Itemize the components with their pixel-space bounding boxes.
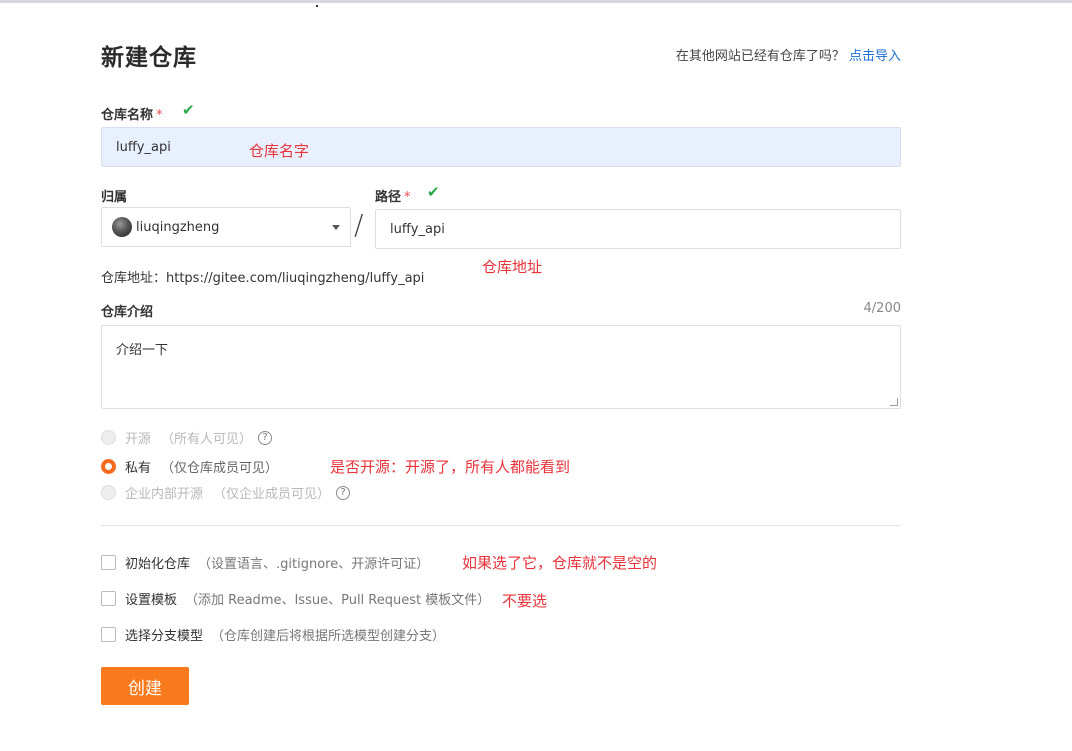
owner-select[interactable]: liuqingzheng bbox=[101, 207, 351, 247]
check-icon: ✔ bbox=[182, 101, 195, 119]
required-mark: * bbox=[404, 190, 411, 205]
page-title: 新建仓库 bbox=[101, 45, 197, 71]
path-separator: / bbox=[354, 208, 364, 241]
option-init-label: 初始化仓库 bbox=[125, 557, 191, 572]
option-branch-label: 选择分支模型 bbox=[125, 629, 204, 644]
option-template[interactable]: 设置模板 （添加 Readme、Issue、Pull Request 模板文件） bbox=[101, 589, 490, 608]
description-label: 仓库介绍 bbox=[101, 305, 154, 320]
radio-public-sub: （所有人可见） bbox=[161, 432, 253, 447]
radio-public-label: 开源 bbox=[125, 432, 152, 447]
question-circle-icon[interactable]: ? bbox=[258, 430, 273, 445]
description-value: 介绍一下 bbox=[116, 343, 169, 358]
annotation-repo-name: 仓库名字 bbox=[249, 142, 310, 160]
resize-handle[interactable] bbox=[890, 398, 898, 406]
radio-enterprise-label: 企业内部开源 bbox=[125, 487, 204, 502]
option-template-sub: （添加 Readme、Issue、Pull Request 模板文件） bbox=[185, 593, 491, 608]
radio-button[interactable] bbox=[101, 430, 116, 445]
path-value: luffy_api bbox=[390, 221, 445, 237]
option-init-repo[interactable]: 初始化仓库 （设置语言、.gitignore、开源许可证） bbox=[101, 553, 429, 572]
import-prompt-text: 在其他网站已经有仓库了吗？ bbox=[675, 49, 845, 64]
option-branch-model[interactable]: 选择分支模型 （仓库创建后将根据所选模型创建分支） bbox=[101, 625, 445, 644]
repo-name-input[interactable]: luffy_api bbox=[101, 127, 901, 167]
radio-private-label: 私有 bbox=[125, 461, 152, 476]
option-template-label: 设置模板 bbox=[125, 593, 178, 608]
required-mark: * bbox=[156, 108, 163, 123]
path-label-text: 路径 bbox=[375, 190, 402, 205]
radio-enterprise[interactable]: 企业内部开源 （仅企业成员可见） ? bbox=[101, 483, 351, 502]
import-prompt: 在其他网站已经有仓库了吗？ 点击导入 bbox=[676, 45, 901, 64]
caret-down-icon bbox=[332, 225, 340, 230]
avatar bbox=[112, 217, 132, 237]
create-button[interactable]: 创建 bbox=[101, 667, 189, 705]
import-link[interactable]: 点击导入 bbox=[849, 49, 901, 64]
owner-value: liuqingzheng bbox=[136, 219, 220, 235]
annotation-template: 不要选 bbox=[502, 592, 548, 610]
check-icon: ✔ bbox=[427, 183, 440, 201]
description-textarea[interactable]: 介绍一下 bbox=[101, 325, 901, 409]
divider bbox=[101, 525, 901, 526]
question-circle-icon[interactable]: ? bbox=[336, 485, 351, 500]
owner-label: 归属 bbox=[101, 190, 128, 205]
option-branch-sub: （仓库创建后将根据所选模型创建分支） bbox=[211, 629, 446, 644]
annotation-visibility: 是否开源：开源了，所有人都能看到 bbox=[330, 458, 571, 476]
radio-public[interactable]: 开源 （所有人可见） ? bbox=[101, 428, 273, 447]
repo-name-label-text: 仓库名称 bbox=[101, 108, 154, 123]
checkbox[interactable] bbox=[101, 591, 116, 606]
radio-enterprise-sub: （仅企业成员可见） bbox=[213, 487, 331, 502]
repo-name-value: luffy_api bbox=[116, 139, 171, 155]
annotation-init: 如果选了它，仓库就不是空的 bbox=[462, 554, 658, 572]
radio-private[interactable]: 私有 （仅仓库成员可见） bbox=[101, 457, 278, 476]
repo-url: 仓库地址：https://gitee.com/liuqingzheng/luff… bbox=[101, 271, 425, 286]
option-init-sub: （设置语言、.gitignore、开源许可证） bbox=[198, 557, 430, 572]
checkbox[interactable] bbox=[101, 555, 116, 570]
radio-button-checked[interactable] bbox=[101, 459, 116, 474]
stray-dot bbox=[316, 5, 318, 7]
path-label: 路径 * bbox=[375, 186, 411, 205]
path-input[interactable]: luffy_api bbox=[375, 209, 901, 249]
radio-button[interactable] bbox=[101, 485, 116, 500]
annotation-path: 仓库地址 bbox=[482, 258, 543, 276]
description-counter: 4/200 bbox=[863, 301, 901, 316]
top-border bbox=[0, 0, 1072, 3]
radio-private-sub: （仅仓库成员可见） bbox=[161, 461, 279, 476]
checkbox[interactable] bbox=[101, 627, 116, 642]
repo-name-label: 仓库名称 * bbox=[101, 104, 163, 123]
